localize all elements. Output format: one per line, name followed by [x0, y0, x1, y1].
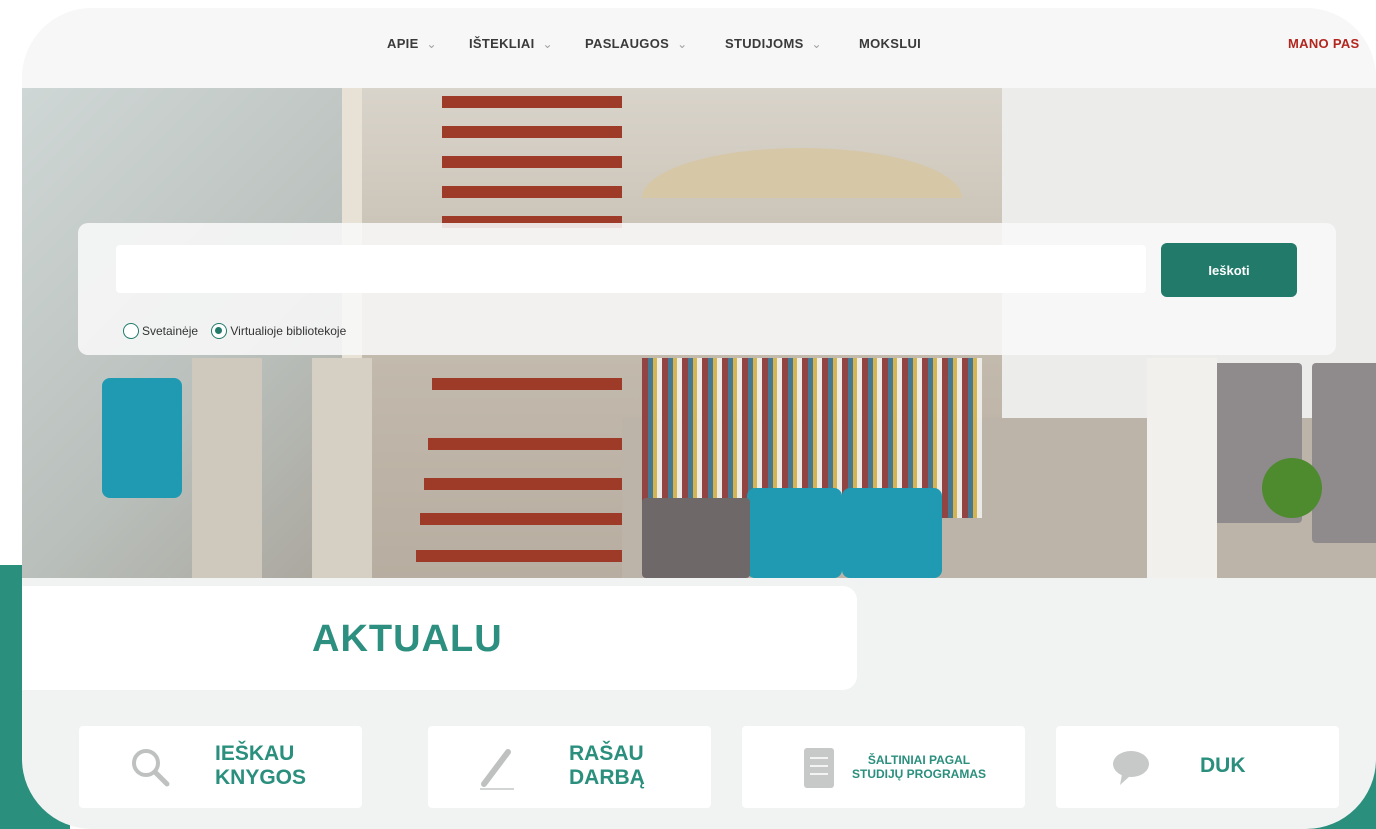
document-icon [804, 748, 834, 788]
nav-item-istekliai[interactable]: IŠTEKLIAI ⌄ [469, 36, 553, 51]
search-scope-options: Svetainėje Virtualioje bibliotekoje [123, 323, 356, 342]
chat-bubble-icon [1113, 751, 1149, 785]
radio-svetaineje[interactable]: Svetainėje [123, 323, 198, 339]
chevron-down-icon: ⌄ [811, 37, 822, 51]
aktualu-section: AKTUALU [22, 586, 857, 690]
tile-ieskau-knygos[interactable]: IEŠKAU KNYGOS [79, 726, 362, 808]
nav-item-paslaugos[interactable]: PASLAUGOS ⌄ [585, 36, 687, 51]
top-navigation: APIE ⌄ IŠTEKLIAI ⌄ PASLAUGOS ⌄ STUDIJOMS ⌄ M… [22, 8, 1376, 88]
radio-checked-icon [211, 323, 228, 339]
search-button[interactable]: Ieškoti [1161, 243, 1297, 297]
radio-unchecked-icon [123, 323, 139, 339]
search-panel: Ieškoti Svetainėje Virtualioje bibliotek… [78, 223, 1336, 355]
section-title: AKTUALU [312, 618, 503, 660]
nav-item-mokslui[interactable]: MOKSLUI [859, 36, 921, 51]
search-input[interactable] [116, 245, 1146, 293]
search-icon [132, 749, 170, 787]
chevron-down-icon: ⌄ [677, 37, 688, 51]
radio-virtualioje-bibliotekoje[interactable]: Virtualioje bibliotekoje [211, 323, 346, 339]
tile-duk-label: DUK [1200, 754, 1246, 777]
page-card: APIE ⌄ IŠTEKLIAI ⌄ PASLAUGOS ⌄ STUDIJOMS ⌄ M… [22, 8, 1376, 829]
tile-saltiniai-pagal-studiju-programas[interactable]: ŠALTINIAI PAGAL STUDIJŲ PROGRAMAS [742, 726, 1025, 808]
chevron-down-icon: ⌄ [426, 37, 437, 51]
account-link[interactable]: MANO PAS [1288, 36, 1360, 51]
tile-rasau-darba[interactable]: RAŠAU DARBĄ [428, 726, 711, 808]
nav-item-apie[interactable]: APIE ⌄ [387, 36, 437, 51]
pen-icon [480, 749, 514, 790]
tile-duk[interactable]: DUK [1056, 726, 1339, 808]
chevron-down-icon: ⌄ [542, 37, 553, 51]
nav-item-studijoms[interactable]: STUDIJOMS ⌄ [725, 36, 822, 51]
